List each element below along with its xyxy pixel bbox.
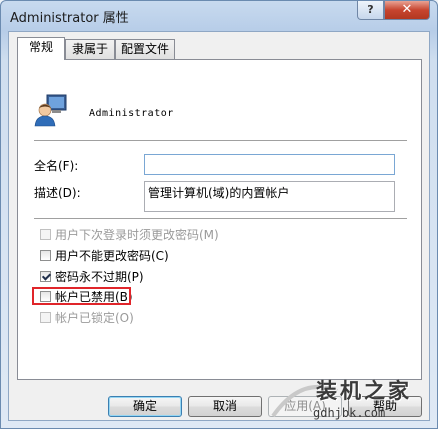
- cancel-button[interactable]: 取消: [188, 396, 262, 417]
- checkbox-box[interactable]: [40, 249, 51, 261]
- tab-general[interactable]: 常规: [17, 37, 65, 60]
- checkbox-must-change-password[interactable]: 用户下次登录时须更改密码(M): [40, 227, 219, 242]
- checkbox-label: 密码永不过期(P): [55, 269, 144, 284]
- fullname-input[interactable]: [144, 154, 395, 175]
- help-icon[interactable]: ?: [357, 1, 384, 20]
- watermark-text: 装机之家: [316, 379, 412, 403]
- checkbox-label: 帐户已锁定(O): [55, 310, 134, 325]
- checkbox-account-locked[interactable]: 帐户已锁定(O): [40, 310, 134, 325]
- general-tab-panel: Administrator 全名(F): 描述(D): 管理计算机(域)的内置帐…: [17, 59, 422, 380]
- window-title: Administrator 属性: [10, 11, 129, 26]
- account-name: Administrator: [89, 108, 174, 119]
- ok-button[interactable]: 确定: [108, 396, 182, 417]
- checkbox-label: 用户不能更改密码(C): [55, 248, 169, 263]
- description-input[interactable]: 管理计算机(域)的内置帐户: [144, 181, 395, 212]
- close-icon[interactable]: ✕: [384, 1, 430, 20]
- tab-member-of[interactable]: 隶属于: [65, 39, 115, 59]
- tab-profile[interactable]: 配置文件: [115, 39, 175, 59]
- divider: [34, 218, 407, 220]
- checkbox-cannot-change-password[interactable]: 用户不能更改密码(C): [40, 248, 169, 263]
- checkbox-box-checked[interactable]: [40, 270, 51, 282]
- description-label: 描述(D):: [34, 186, 81, 200]
- fullname-label: 全名(F):: [34, 159, 79, 173]
- checkbox-label: 用户下次登录时须更改密码(M): [55, 227, 219, 242]
- checkbox-box[interactable]: [40, 311, 51, 323]
- highlight-box: [32, 287, 131, 305]
- divider: [34, 140, 407, 142]
- properties-window: Administrator 属性 ? ✕ 常规 隶属于 配置文件 Adminis…: [0, 0, 438, 429]
- checkbox-box[interactable]: [40, 228, 51, 240]
- dialog-client-area: 常规 隶属于 配置文件 Administrator 全名(F): 描述(D): …: [8, 31, 430, 421]
- user-account-icon: [34, 94, 67, 127]
- checkbox-password-never-expires[interactable]: 密码永不过期(P): [40, 269, 144, 284]
- watermark-url: gdhjbk.com: [313, 406, 386, 420]
- title-bar[interactable]: Administrator 属性 ? ✕: [1, 1, 437, 31]
